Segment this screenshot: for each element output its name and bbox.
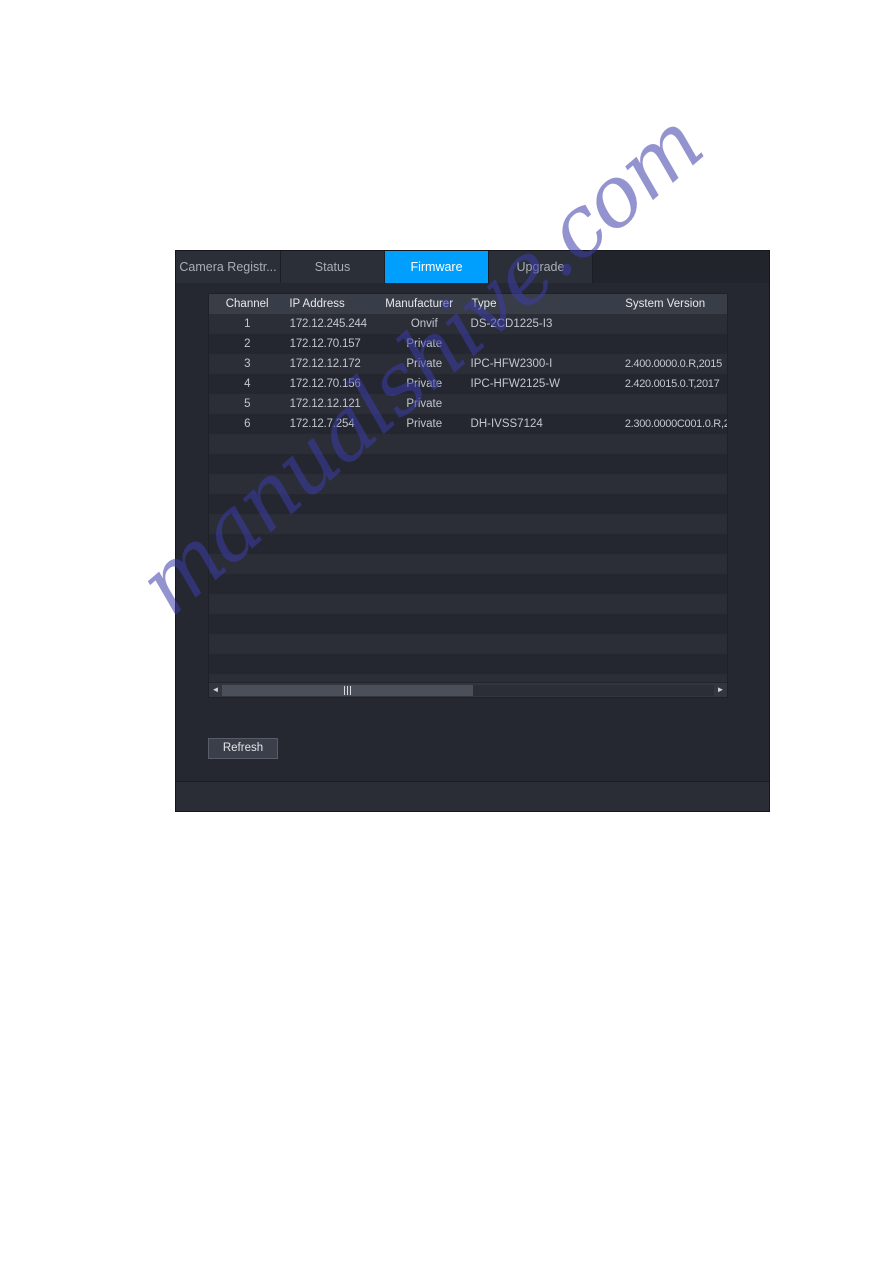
dialog-tab-bar: Camera Registr... Status Firmware Upgrad… bbox=[176, 251, 769, 283]
table-empty-row bbox=[209, 454, 727, 474]
table-empty-row bbox=[209, 494, 727, 514]
scroll-left-arrow-icon[interactable]: ◄ bbox=[209, 683, 222, 697]
scrollbar-track[interactable] bbox=[222, 684, 714, 696]
table-row[interactable]: 5 172.12.12.121 Private bbox=[209, 394, 727, 414]
table-body: 1 172.12.245.244 Onvif DS-2CD1225-I3 2 1… bbox=[209, 314, 727, 683]
cell-ip-address: 172.12.70.156 bbox=[289, 378, 361, 390]
cell-type: DH-IVSS7124 bbox=[470, 418, 543, 430]
cell-manufacturer: Private bbox=[406, 358, 443, 370]
scrollbar-grip-icon bbox=[343, 685, 351, 695]
cell-type bbox=[465, 394, 623, 414]
tab-bar-filler bbox=[593, 251, 769, 283]
cell-ip-address: 172.12.12.172 bbox=[289, 358, 361, 370]
firmware-dialog: Camera Registr... Status Firmware Upgrad… bbox=[176, 251, 769, 811]
horizontal-scrollbar[interactable]: ◄ ► bbox=[209, 682, 727, 697]
table-empty-row bbox=[209, 634, 727, 654]
column-header-manufacturer: Manufacturer bbox=[385, 298, 454, 310]
table-row[interactable]: 3 172.12.12.172 Private IPC-HFW2300-I 2.… bbox=[209, 354, 727, 374]
firmware-table: Channel IP Address Manufacturer Type Sys… bbox=[208, 293, 728, 698]
table-empty-row bbox=[209, 614, 727, 634]
table-empty-row bbox=[209, 474, 727, 494]
tab-camera-registration[interactable]: Camera Registr... bbox=[176, 251, 281, 283]
cell-channel: 3 bbox=[244, 358, 251, 370]
tab-status[interactable]: Status bbox=[281, 251, 385, 283]
cell-ip-address: 172.12.12.121 bbox=[289, 398, 361, 410]
cell-manufacturer: Private bbox=[406, 418, 443, 430]
cell-system-version: 2.420.0015.0.T,2017 bbox=[624, 378, 720, 390]
cell-channel: 5 bbox=[244, 398, 251, 410]
cell-manufacturer: Private bbox=[406, 378, 443, 390]
table-empty-row bbox=[209, 594, 727, 614]
dialog-content: Channel IP Address Manufacturer Type Sys… bbox=[176, 283, 769, 782]
cell-manufacturer: Private bbox=[406, 338, 443, 350]
cell-type: IPC-HFW2300-I bbox=[470, 358, 553, 370]
cell-type: IPC-HFW2125-W bbox=[470, 378, 560, 390]
table-empty-row bbox=[209, 514, 727, 534]
cell-ip-address: 172.12.245.244 bbox=[289, 318, 367, 330]
cell-ip-address: 172.12.7.254 bbox=[289, 418, 355, 430]
cell-type: DS-2CD1225-I3 bbox=[470, 318, 553, 330]
scrollbar-thumb[interactable] bbox=[222, 684, 473, 696]
table-row[interactable]: 1 172.12.245.244 Onvif DS-2CD1225-I3 bbox=[209, 314, 727, 334]
cell-ip-address: 172.12.70.157 bbox=[289, 338, 361, 350]
column-header-system-version: System Version bbox=[625, 298, 706, 310]
cell-channel: 1 bbox=[244, 318, 251, 330]
cell-system-version bbox=[623, 314, 727, 334]
cell-manufacturer: Private bbox=[406, 398, 443, 410]
cell-manufacturer: Onvif bbox=[410, 318, 438, 330]
cell-system-version bbox=[623, 394, 727, 414]
table-row[interactable]: 4 172.12.70.156 Private IPC-HFW2125-W 2.… bbox=[209, 374, 727, 394]
table-empty-row bbox=[209, 654, 727, 674]
table-empty-rows bbox=[209, 434, 727, 683]
tab-firmware[interactable]: Firmware bbox=[385, 251, 489, 283]
table-row[interactable]: 2 172.12.70.157 Private bbox=[209, 334, 727, 354]
cell-system-version bbox=[623, 334, 727, 354]
cell-channel: 4 bbox=[244, 378, 251, 390]
column-header-ip-address: IP Address bbox=[289, 298, 345, 310]
dialog-footer-bar bbox=[176, 781, 769, 811]
column-header-type: Type bbox=[471, 298, 497, 310]
cell-system-version: 2.300.0000C001.0.R,2 bbox=[624, 418, 727, 430]
cell-type bbox=[465, 334, 623, 354]
table-empty-row bbox=[209, 574, 727, 594]
table-empty-row bbox=[209, 434, 727, 454]
column-header-channel: Channel bbox=[225, 298, 269, 310]
cell-channel: 2 bbox=[244, 338, 251, 350]
cell-channel: 6 bbox=[244, 418, 251, 430]
scroll-right-arrow-icon[interactable]: ► bbox=[714, 683, 727, 697]
refresh-button[interactable]: Refresh bbox=[208, 738, 278, 759]
table-empty-row bbox=[209, 554, 727, 574]
tab-upgrade[interactable]: Upgrade bbox=[489, 251, 593, 283]
table-empty-row bbox=[209, 534, 727, 554]
table-header-row: Channel IP Address Manufacturer Type Sys… bbox=[209, 294, 727, 315]
cell-system-version: 2.400.0000.0.R,2015 bbox=[624, 358, 722, 370]
table-row[interactable]: 6 172.12.7.254 Private DH-IVSS7124 2.300… bbox=[209, 414, 727, 434]
